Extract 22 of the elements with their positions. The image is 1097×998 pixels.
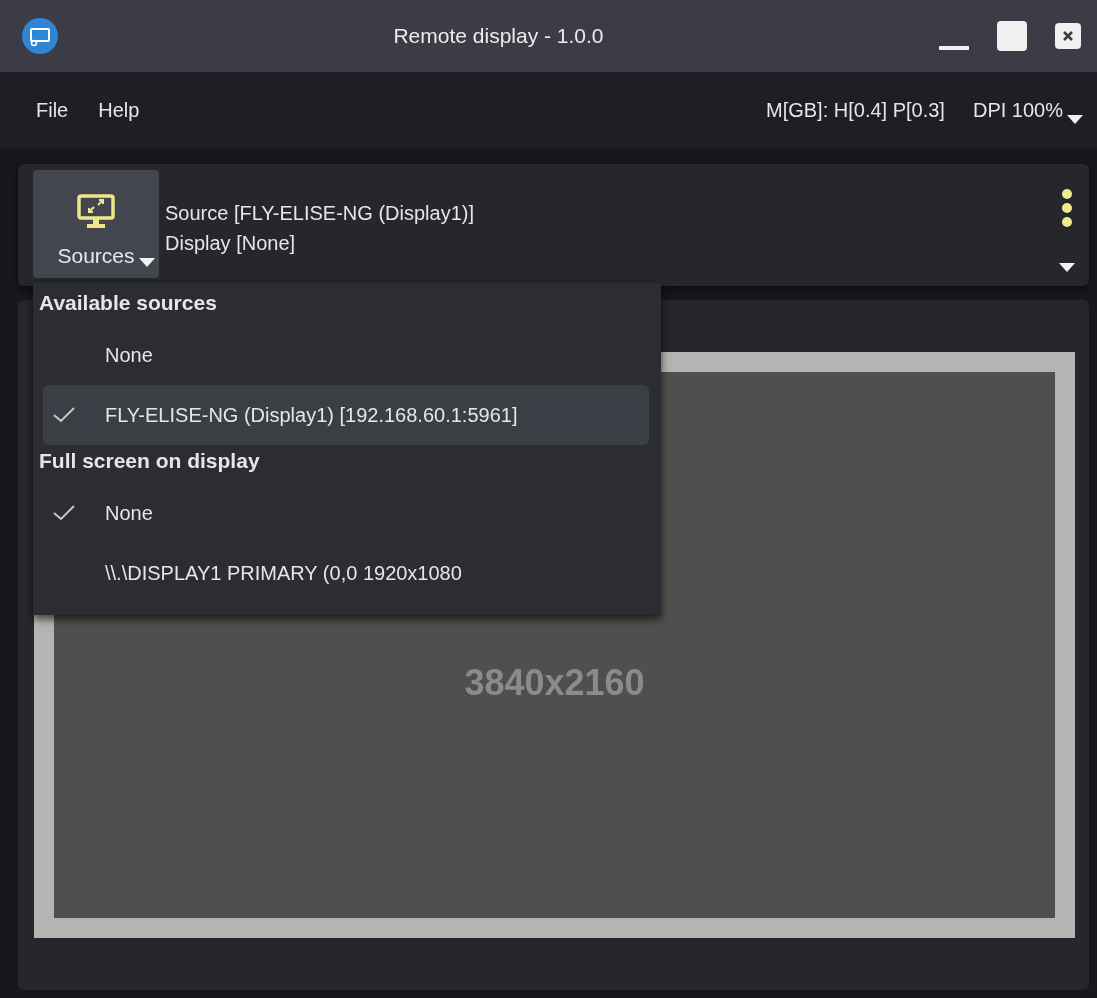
menu-option[interactable]: None <box>43 483 649 543</box>
expand-caret-icon <box>1059 263 1075 272</box>
display-status: Display [None] <box>165 231 297 256</box>
caret-icon <box>1067 114 1083 124</box>
source-status: Source [FLY-ELISE-NG (Display1)] <box>165 201 475 226</box>
menu-item[interactable]: Help <box>98 94 140 126</box>
menu-option[interactable]: None <box>43 325 649 385</box>
app-icon <box>22 18 58 54</box>
menu-section-heading: Available sources <box>39 290 218 316</box>
more-options-icon[interactable] <box>1061 188 1073 228</box>
caret-icon <box>139 258 155 267</box>
close-icon[interactable] <box>1055 23 1081 49</box>
dpi-dropdown[interactable]: DPI 100% <box>972 98 1083 122</box>
monitor-icon <box>77 194 115 228</box>
sources-button[interactable]: Sources <box>33 170 159 278</box>
window-title: Remote display - 1.0.0 <box>392 24 605 48</box>
memory-usage: M[GB]: H[0.4] P[0.3] <box>765 98 945 122</box>
menu-option[interactable]: \\.\DISPLAY1 PRIMARY (0,0 1920x1080 <box>43 543 649 603</box>
menu-section-heading: Full screen on display <box>39 448 261 474</box>
menu-option[interactable]: FLY-ELISE-NG (Display1) [192.168.60.1:5961] <box>43 385 649 445</box>
menu-item[interactable]: File <box>36 94 69 126</box>
resolution-label: 3840x2160 <box>464 662 645 705</box>
